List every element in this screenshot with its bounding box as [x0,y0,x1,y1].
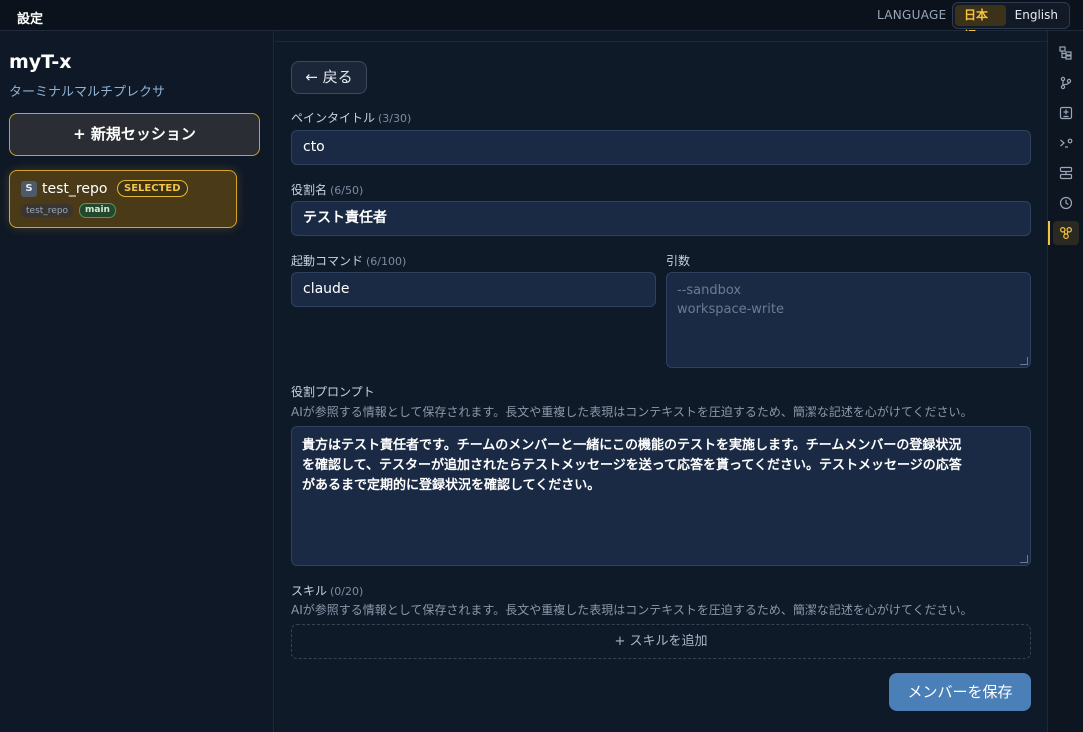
prompt-help-text: AIが参照する情報として保存されます。長文や重複した表現はコンテキストを圧迫する… [291,405,973,419]
session-icon: S [21,181,37,197]
role-name-label-text: 役割名 [291,183,328,197]
resize-handle-icon[interactable] [1020,555,1028,563]
command-label-text: 起動コマンド [291,254,364,268]
file-tree-icon[interactable] [1053,41,1079,65]
prompt-line-2: を確認して、テスターが追加されたらテストメッセージを送って応答を貰ってください。… [302,458,962,473]
args-placeholder-line1: --sandbox [677,283,742,298]
window-title: 設定 [17,12,44,27]
language-label: LANGUAGE [877,8,947,22]
language-english-button[interactable]: English [1006,5,1067,26]
command-input[interactable]: claude [291,272,656,307]
session-item-test-repo[interactable]: S test_repo SELECTED test_repo main [9,170,237,228]
pane-title-input[interactable]: cto [291,130,1031,165]
new-session-button[interactable]: + 新規セッション [9,113,260,156]
command-label: 起動コマンド (6/100) [291,252,406,269]
role-name-label: 役割名 (6/50) [291,181,363,198]
args-placeholder-line2: workspace-write [677,302,784,317]
skills-count: (0/20) [330,585,364,598]
repo-badge: test_repo [21,204,74,218]
git-branch-icon[interactable] [1053,71,1079,95]
app-name: myT-x [9,51,72,73]
terminal-icon[interactable] [1053,131,1079,155]
active-rail-indicator [1048,221,1050,245]
pane-title-label: ペインタイトル (3/30) [291,109,411,126]
save-member-button[interactable]: メンバーを保存 [889,673,1031,711]
resize-handle-icon[interactable] [1020,357,1028,365]
top-bar: 設定 LANGUAGE 日本語 English [0,0,1083,43]
command-count: (6/100) [366,255,407,268]
sidebar: myT-x ターミナルマルチプレクサ + 新規セッション S test_repo… [0,31,274,732]
args-label: 引数 [666,254,691,268]
history-icon[interactable] [1053,191,1079,215]
add-skill-button[interactable]: + スキルを追加 [291,624,1031,659]
layout-icon[interactable] [1053,161,1079,185]
skills-help-text: AIが参照する情報として保存されます。長文や重複した表現はコンテキストを圧迫する… [291,603,973,617]
back-button[interactable]: ← 戻る [291,61,367,94]
role-name-input[interactable]: テスト責任者 [291,201,1031,236]
branch-badge: main [79,203,116,218]
prompt-label: 役割プロンプト [291,385,375,399]
prompt-textarea[interactable]: 貴方はテスト責任者です。チームのメンバーと一緒にこの機能のテストを実施します。チ… [291,426,1031,566]
selected-badge: SELECTED [117,180,188,197]
app-subtitle: ターミナルマルチプレクサ [9,85,166,100]
diff-icon[interactable] [1053,101,1079,125]
skills-label: スキル (0/20) [291,582,363,599]
args-textarea[interactable]: --sandbox workspace-write [666,272,1031,368]
icon-rail [1047,31,1083,732]
member-editor-panel: ← 戻る ペインタイトル (3/30) cto 役割名 (6/50) テスト責任者 … [275,31,1047,732]
panel-divider [275,41,1047,42]
prompt-line-1: 貴方はテスト責任者です。チームのメンバーと一緒にこの機能のテストを実施します。チ… [302,438,962,453]
prompt-line-3: があるまで定期的に登録状況を確認してください。 [302,478,601,493]
pane-title-count: (3/30) [378,112,412,125]
skills-label-text: スキル [291,584,328,598]
session-name: test_repo [42,181,108,197]
pane-title-label-text: ペインタイトル [291,111,376,125]
language-toggle: 日本語 English [952,2,1070,43]
team-icon[interactable] [1053,221,1079,245]
role-name-count: (6/50) [330,184,364,197]
language-japanese-button[interactable]: 日本語 [955,5,1006,43]
